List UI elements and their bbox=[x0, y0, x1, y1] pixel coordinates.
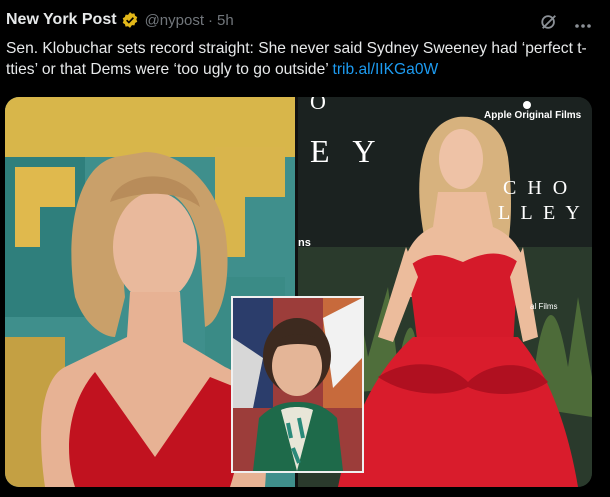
backdrop-ns-text: ns bbox=[298, 237, 311, 249]
tweet-media[interactable]: O E Y C H O L L E Y al Films ns Apple Or… bbox=[5, 97, 592, 487]
grok-icon[interactable] bbox=[540, 13, 558, 36]
author-handle[interactable]: @nypost bbox=[145, 12, 204, 29]
backdrop-letters-lley: L L E Y bbox=[498, 202, 583, 224]
tweet-body: Sen. Klobuchar sets record straight: She… bbox=[6, 40, 587, 78]
author-name[interactable]: New York Post bbox=[6, 11, 117, 29]
timestamp[interactable]: 5h bbox=[217, 12, 234, 29]
tweet-header: New York Post @nypost · 5h bbox=[6, 8, 604, 32]
media-inset-photo[interactable] bbox=[231, 296, 364, 473]
separator-dot: · bbox=[207, 11, 213, 29]
tweet-text: Sen. Klobuchar sets record straight: She… bbox=[6, 38, 598, 80]
more-icon[interactable] bbox=[574, 16, 592, 34]
backdrop-films-small: al Films bbox=[530, 302, 558, 311]
backdrop-letter-o: O bbox=[310, 97, 326, 114]
backdrop-letters-cho: C H O bbox=[503, 177, 571, 199]
apple-original-films-label: Apple Original Films bbox=[484, 110, 582, 121]
tweet-actions bbox=[540, 13, 592, 36]
verified-badge-icon[interactable] bbox=[121, 11, 139, 29]
tweet-link[interactable]: trib.al/IIKGa0W bbox=[332, 61, 438, 78]
backdrop-letters-ey: E Y bbox=[310, 133, 384, 169]
